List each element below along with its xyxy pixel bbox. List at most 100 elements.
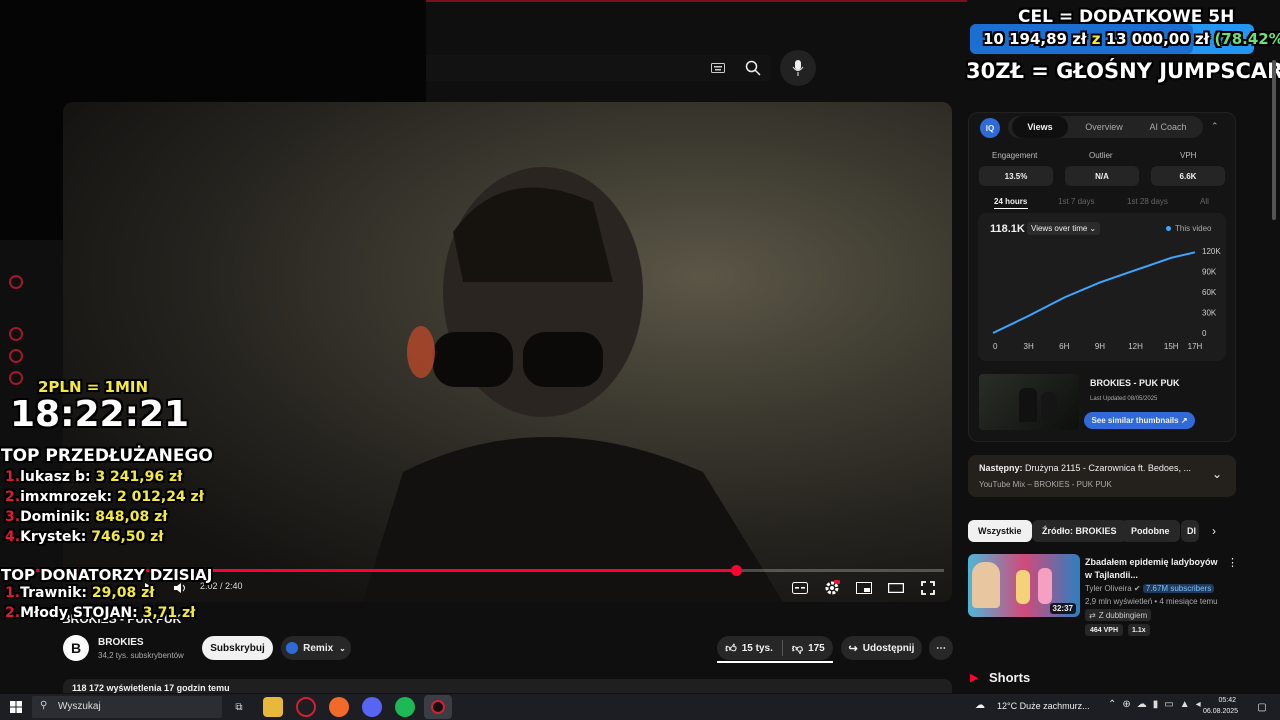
views-line: 118 172 wyświetlenia 17 godzin temu bbox=[72, 683, 230, 693]
opera-icon[interactable] bbox=[296, 697, 316, 717]
tab-views[interactable]: Views bbox=[1012, 116, 1068, 138]
rec-thumbnail[interactable]: 32:37 bbox=[968, 554, 1080, 617]
home-icon[interactable] bbox=[9, 275, 23, 289]
rec-meta: 2,9 mln wyświetleń • 4 miesiące temu bbox=[1085, 597, 1218, 606]
vph-badge: 464 VPH bbox=[1085, 624, 1124, 636]
verified-icon: ✔ bbox=[1133, 584, 1141, 593]
spotify-icon[interactable] bbox=[395, 697, 415, 717]
thumb-down-icon: 👎︎ bbox=[791, 642, 804, 655]
fullscreen-icon[interactable] bbox=[916, 578, 940, 598]
tab-overview[interactable]: Overview bbox=[1076, 116, 1132, 138]
discord-icon[interactable] bbox=[362, 697, 382, 717]
weather-icon: ☁ bbox=[975, 700, 985, 711]
settings-nav-icon[interactable] bbox=[9, 371, 23, 385]
miniplayer-icon[interactable] bbox=[852, 578, 876, 598]
chevron-down-icon: ⌄ bbox=[1089, 224, 1097, 233]
weather-text[interactable]: 12°C Duże zachmurz... bbox=[997, 701, 1090, 711]
scrollbar[interactable] bbox=[1272, 60, 1276, 220]
up-next-sub: YouTube Mix – BROKIES - PUK PUK bbox=[979, 480, 1112, 489]
top-donors-title: TOP DONATORZY DZISIAJ bbox=[1, 566, 213, 584]
chevron-right-icon[interactable]: › bbox=[1212, 524, 1216, 538]
taskbar-search[interactable]: ⚲ Wyszukaj bbox=[32, 696, 222, 718]
tray-date: 06.08.2025 bbox=[1203, 708, 1239, 715]
top-extended-list: 1.lukasz b: 3 241,96 zł 2.imxmrozek: 2 0… bbox=[5, 469, 204, 549]
remix-icon bbox=[286, 642, 299, 654]
stat-label: Outlier bbox=[1089, 151, 1113, 160]
windows-start-icon[interactable] bbox=[6, 697, 26, 717]
remix-button[interactable]: Remix ⌄ bbox=[281, 636, 351, 660]
subtitles-icon[interactable] bbox=[788, 578, 812, 598]
dislike-button[interactable]: 👎︎ 175 bbox=[792, 642, 825, 655]
shorts-nav-icon[interactable] bbox=[9, 349, 23, 363]
range-underline bbox=[994, 208, 1028, 209]
notifications-icon[interactable]: ▢ bbox=[1252, 697, 1272, 717]
more-icon: ⋯ bbox=[936, 642, 946, 654]
theater-icon[interactable] bbox=[884, 578, 908, 598]
taskbar-search-label: Wyszukaj bbox=[58, 701, 101, 712]
obs-active-icon[interactable] bbox=[424, 695, 452, 719]
chip-all[interactable]: Wszystkie bbox=[968, 520, 1032, 542]
up-next-prefix: Następny: bbox=[979, 463, 1023, 473]
rec-channel: Tyler Oliveira bbox=[1085, 584, 1132, 593]
tab-ai-coach[interactable]: AI Coach bbox=[1140, 116, 1196, 138]
x-tick-label: 3H bbox=[1024, 342, 1034, 351]
gear-icon[interactable] bbox=[820, 578, 844, 598]
firefox-icon[interactable] bbox=[329, 697, 349, 717]
list-item: 4.Krystek: 746,50 zł bbox=[5, 529, 164, 545]
share-button[interactable]: ↪ Udostępnij bbox=[841, 636, 922, 660]
more-vert-icon[interactable]: ⋮ bbox=[1227, 556, 1238, 569]
timer-value: 18:22:21 bbox=[10, 394, 190, 435]
like-ratio-bar bbox=[717, 661, 833, 663]
outlier-value: N/A bbox=[1065, 166, 1139, 186]
description-box[interactable]: 118 172 wyświetlenia 17 godzin temu bbox=[63, 679, 952, 693]
legend-label: This video bbox=[1175, 224, 1212, 233]
similar-thumbnails-button[interactable]: See similar thumbnails ↗ bbox=[1084, 412, 1195, 429]
chip-similar[interactable]: Podobne bbox=[1121, 520, 1180, 542]
microphone-icon[interactable] bbox=[780, 50, 816, 86]
views-dropdown[interactable]: Views over time ⌄ bbox=[1027, 222, 1101, 235]
share-icon: ↪ bbox=[848, 642, 858, 655]
chip-source[interactable]: Źródło: BROKIES bbox=[1032, 520, 1127, 542]
channel-name[interactable]: BROKIES bbox=[98, 637, 144, 648]
up-next-title: Drużyna 2115 - Czarownica ft. Bedoes, ..… bbox=[1025, 463, 1191, 473]
history-icon[interactable] bbox=[9, 327, 23, 341]
list-item: 3.Dominik: 848,08 zł bbox=[5, 509, 168, 525]
y-tick-label: 0 bbox=[1202, 329, 1207, 338]
video-frame bbox=[363, 167, 783, 602]
subscribe-button[interactable]: Subskrybuj bbox=[202, 636, 273, 660]
video-thumbnail[interactable] bbox=[979, 374, 1079, 430]
range-24h[interactable]: 24 hours bbox=[994, 197, 1027, 206]
more-actions-button[interactable]: ⋯ bbox=[929, 636, 953, 660]
collapse-icon[interactable]: ⌃ bbox=[1211, 121, 1219, 132]
up-next-line: Następny: Drużyna 2115 - Czarownica ft. … bbox=[979, 463, 1191, 473]
folder-icon[interactable] bbox=[263, 697, 283, 717]
range-all[interactable]: All bbox=[1200, 197, 1209, 206]
dub-label: Z dubbingiem bbox=[1098, 610, 1148, 620]
top-divider bbox=[426, 0, 967, 2]
y-tick-label: 90K bbox=[1202, 268, 1217, 277]
rec-subs: 7.67M subscribers bbox=[1142, 584, 1215, 593]
thumb-up-icon: 👍︎ bbox=[725, 642, 737, 655]
remix-label: Remix bbox=[303, 642, 334, 654]
x-tick-label: 17H bbox=[1188, 342, 1203, 351]
chevron-down-icon[interactable]: ⌄ bbox=[1212, 467, 1222, 481]
tray-icons[interactable]: ⌃⊕☁▮▭▲◂ bbox=[1108, 699, 1207, 710]
search-icon[interactable] bbox=[735, 50, 771, 86]
up-next-box[interactable]: Następny: Drużyna 2115 - Czarownica ft. … bbox=[968, 455, 1236, 497]
chip-more[interactable]: Dl bbox=[1181, 520, 1199, 542]
iq-logo: IQ bbox=[980, 118, 1000, 138]
range-7d[interactable]: 1st 7 days bbox=[1058, 197, 1094, 206]
stat-label: Engagement bbox=[992, 151, 1038, 160]
views-total: 118.1K bbox=[990, 223, 1025, 235]
shorts-heading: Shorts bbox=[989, 670, 1031, 685]
channel-avatar[interactable]: B bbox=[63, 635, 89, 661]
task-view-icon[interactable]: ⧉ bbox=[229, 697, 249, 717]
range-28d[interactable]: 1st 28 days bbox=[1127, 197, 1168, 206]
y-tick-label: 30K bbox=[1202, 309, 1217, 318]
keyboard-icon[interactable] bbox=[700, 50, 736, 86]
like-button[interactable]: 👍︎ 15 tys. bbox=[725, 642, 773, 655]
rec-title[interactable]: Zbadałem epidemię ladyboyów w Tajlandii.… bbox=[1085, 556, 1220, 582]
views-line-chart: 0 3H 6H 9H 12H 15H 17H 120K 90K 60K 30K 0 bbox=[992, 247, 1221, 351]
goal-target: 13 000,00 zł bbox=[1105, 30, 1210, 48]
x-tick-label: 6H bbox=[1059, 342, 1069, 351]
